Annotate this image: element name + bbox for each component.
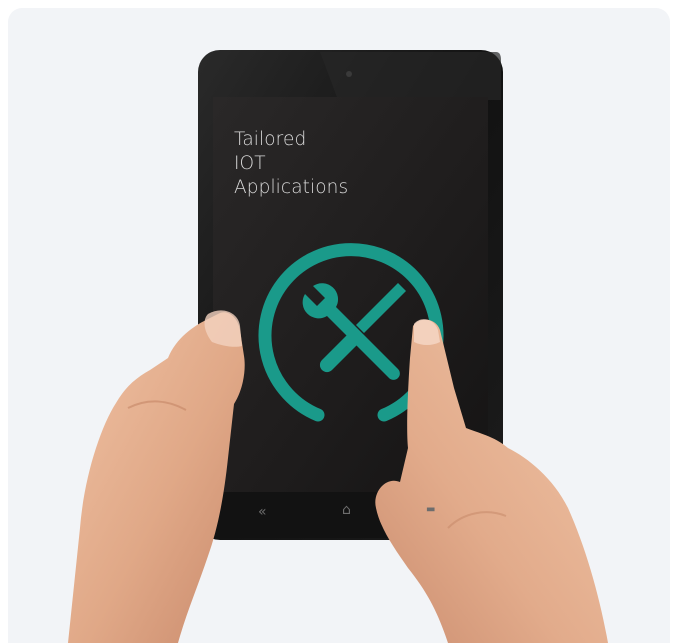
- camera-dot: [346, 71, 352, 77]
- screen-title-line: Applications: [234, 177, 349, 198]
- back-icon[interactable]: «: [258, 504, 267, 520]
- screen-title-line: Tailored: [234, 129, 307, 150]
- photo-card: Tailored IOT Applications « ⌂ ▬: [8, 8, 670, 643]
- menu-icon[interactable]: ▬: [426, 504, 435, 515]
- home-icon[interactable]: ⌂: [342, 502, 351, 518]
- screen-title: Tailored IOT Applications: [234, 128, 348, 200]
- screen-title-line: IOT: [234, 153, 266, 174]
- hands-holding-tablet-photo: [68, 50, 608, 643]
- left-hand: [68, 310, 245, 643]
